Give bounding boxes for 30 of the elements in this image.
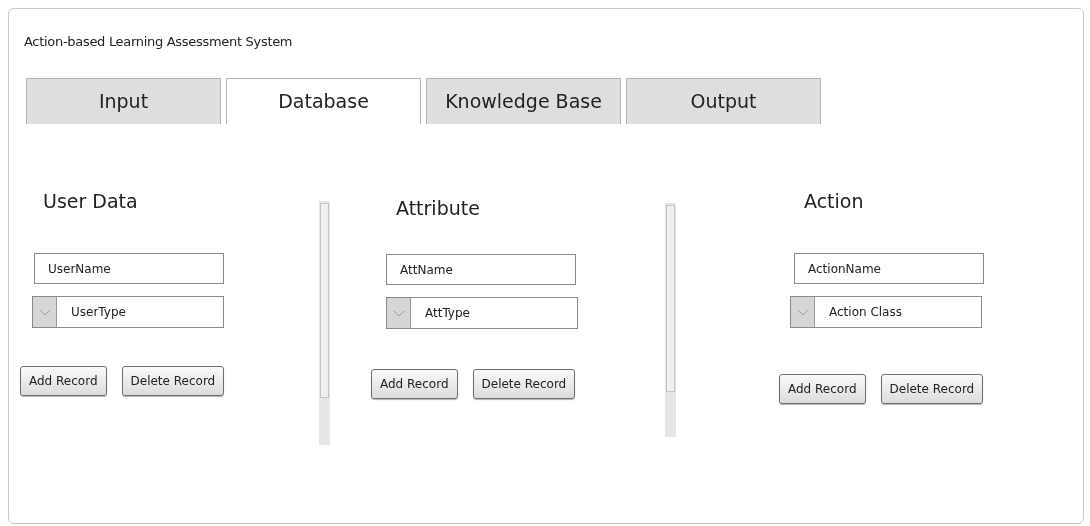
delete-record-button[interactable]: Delete Record <box>121 366 225 396</box>
dropdown[interactable]: UserType <box>32 296 224 328</box>
chevron-down-icon <box>796 308 809 316</box>
chevron-down-icon <box>38 308 51 316</box>
scrollbar[interactable] <box>319 201 330 445</box>
scrollbar-thumb[interactable] <box>666 205 675 393</box>
add-record-button[interactable]: Add Record <box>20 366 107 396</box>
input-field[interactable]: ActionName <box>794 253 984 284</box>
tab[interactable]: Input <box>26 78 221 124</box>
section-heading: Action <box>804 189 864 213</box>
section-heading: Attribute <box>396 196 480 220</box>
tab[interactable]: Output <box>626 78 821 124</box>
dropdown-button[interactable] <box>791 297 815 327</box>
section-heading: User Data <box>43 189 138 213</box>
input-field[interactable]: UserName <box>34 253 224 284</box>
tab[interactable]: Database <box>226 78 421 124</box>
scrollbar-thumb[interactable] <box>320 203 329 399</box>
tab[interactable]: Knowledge Base <box>426 78 621 124</box>
dropdown[interactable]: Action Class <box>790 296 982 328</box>
delete-record-button[interactable]: Delete Record <box>472 369 576 399</box>
add-record-button[interactable]: Add Record <box>371 369 458 399</box>
dropdown-button[interactable] <box>33 297 57 327</box>
input-field[interactable]: AttName <box>386 254 576 285</box>
chevron-down-icon <box>392 309 405 317</box>
scrollbar[interactable] <box>665 203 676 437</box>
dropdown-button[interactable] <box>387 298 411 328</box>
delete-record-button[interactable]: Delete Record <box>880 374 984 404</box>
dropdown[interactable]: AttType <box>386 297 578 329</box>
add-record-button[interactable]: Add Record <box>779 374 866 404</box>
window-title: Action-based Learning Assessment System <box>24 33 293 51</box>
